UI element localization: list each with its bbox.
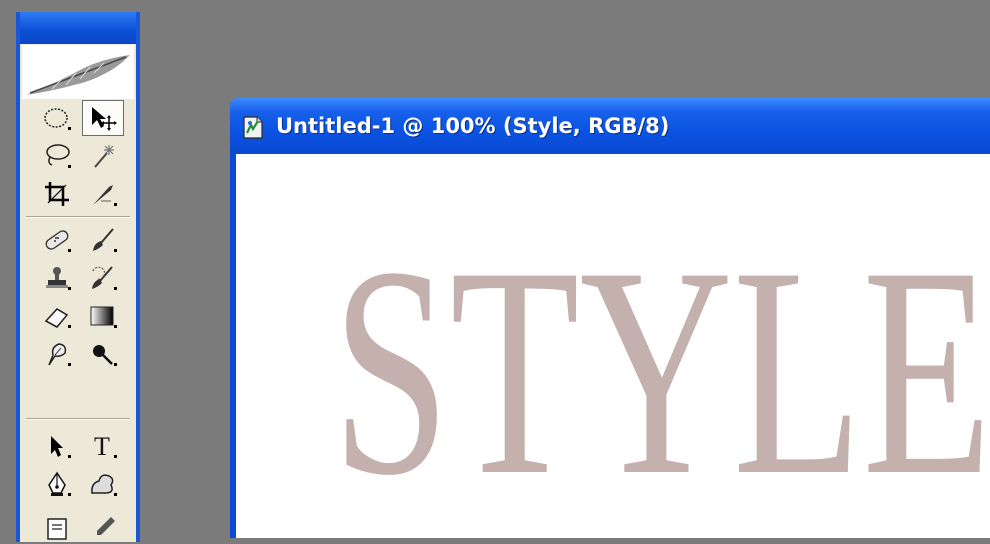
style-artwork: STYLE xyxy=(332,205,990,537)
gradient-icon xyxy=(90,306,117,328)
slice-icon xyxy=(93,185,117,206)
tool-healing-brush[interactable] xyxy=(38,224,76,256)
history-brush-icon xyxy=(92,266,117,290)
tool-notes[interactable] xyxy=(38,512,76,544)
blur-icon xyxy=(48,343,71,366)
tool-blur[interactable] xyxy=(38,338,76,370)
lasso-icon xyxy=(46,144,71,168)
magic-wand-icon xyxy=(94,145,114,168)
tool-custom-shape[interactable] xyxy=(84,468,122,500)
tool-history-brush[interactable] xyxy=(84,262,122,294)
type-icon: T xyxy=(94,432,117,461)
tool-pen[interactable] xyxy=(38,468,76,500)
style-text-layer: STYLE xyxy=(332,205,990,537)
type-tool-glyph: T xyxy=(94,432,110,461)
notes-icon xyxy=(47,518,67,540)
document-window[interactable]: Untitled-1 @ 100% (Style, RGB/8) STYLE xyxy=(230,98,990,538)
tool-gradient[interactable] xyxy=(84,300,122,332)
tool-dodge[interactable] xyxy=(84,338,122,370)
eraser-icon xyxy=(44,308,71,328)
tool-eyedropper[interactable] xyxy=(84,512,122,544)
document-title: Untitled-1 @ 100% (Style, RGB/8) xyxy=(276,114,670,138)
photoshop-document-icon xyxy=(243,116,263,139)
tool-clone-stamp[interactable] xyxy=(38,262,76,294)
move-icon xyxy=(92,107,117,131)
tool-path-selection[interactable] xyxy=(38,430,76,462)
feather-icon xyxy=(26,55,130,95)
toolbox-panel: T xyxy=(16,12,140,542)
toolbox-divider xyxy=(26,216,130,218)
tool-slice[interactable] xyxy=(84,178,122,210)
pen-icon xyxy=(48,471,71,496)
brush-icon xyxy=(93,228,117,252)
tool-elliptical-marquee[interactable] xyxy=(38,102,76,134)
eyedropper-icon xyxy=(97,517,115,535)
path-selection-icon xyxy=(51,436,71,458)
healing-brush-icon xyxy=(45,230,71,252)
tool-lasso[interactable] xyxy=(38,140,76,172)
toolbox-title-bar[interactable] xyxy=(20,12,136,44)
tool-brush[interactable] xyxy=(84,224,122,256)
dodge-icon xyxy=(93,345,117,366)
tool-eraser[interactable] xyxy=(38,300,76,332)
tool-move[interactable] xyxy=(82,100,124,136)
custom-shape-icon xyxy=(91,474,117,496)
clone-stamp-icon xyxy=(46,267,71,290)
toolbox-divider xyxy=(26,418,130,420)
document-title-bar[interactable]: Untitled-1 @ 100% (Style, RGB/8) xyxy=(230,98,990,154)
document-canvas[interactable]: STYLE xyxy=(236,154,990,538)
tool-crop[interactable] xyxy=(38,178,76,210)
toolbox-logo[interactable] xyxy=(22,45,134,99)
crop-icon xyxy=(45,182,69,206)
tool-magic-wand[interactable] xyxy=(84,140,122,172)
elliptical-marquee-icon xyxy=(44,108,71,130)
tool-type[interactable]: T xyxy=(84,430,122,462)
